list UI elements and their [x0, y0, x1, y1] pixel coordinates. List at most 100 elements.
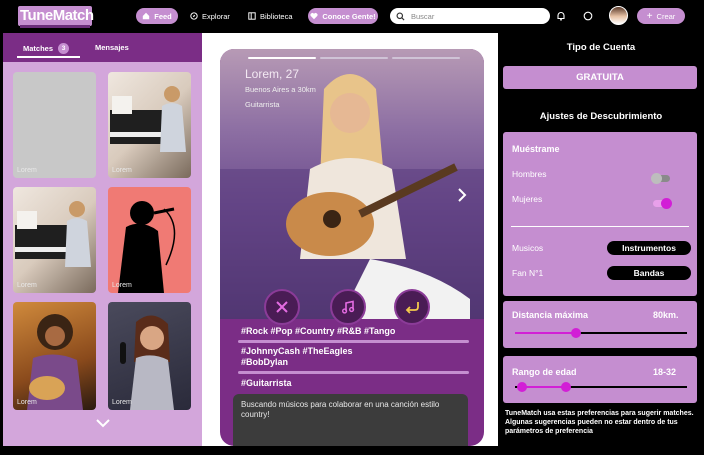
- match-card[interactable]: Lorem: [13, 72, 96, 178]
- role-tags: #Guitarrista: [241, 378, 292, 388]
- age-max-handle[interactable]: [561, 382, 571, 392]
- nav-explorar-link[interactable]: Explorar: [190, 8, 230, 24]
- singer-silhouette: [118, 201, 176, 293]
- match-card[interactable]: Lorem: [108, 187, 191, 293]
- age-value: 18-32: [653, 367, 677, 377]
- match-card[interactable]: Lorem: [108, 302, 191, 410]
- nav-feed-label: Feed: [154, 11, 172, 21]
- matches-panel: Matches 3 Mensajes Lorem Lorem Lorem Lor…: [3, 33, 202, 446]
- match-caption: Lorem: [112, 282, 132, 289]
- nav-feed-button[interactable]: Feed: [136, 8, 178, 24]
- discovery-title: Ajustes de Descubrimiento: [539, 111, 663, 122]
- guitarist-photo: [27, 314, 83, 410]
- create-button[interactable]: + Crear: [637, 8, 685, 24]
- undo-button[interactable]: [394, 289, 430, 325]
- nav-conoce-label: Conoce Gente!: [322, 11, 376, 21]
- match-caption: Lorem: [17, 282, 37, 289]
- match-caption: Lorem: [112, 399, 132, 406]
- user-avatar[interactable]: [609, 6, 628, 25]
- settings-panel: Tipo de Cuenta GRATUITA Ajustes de Descu…: [498, 33, 704, 446]
- heart-icon: [310, 12, 318, 20]
- distance-slider-handle[interactable]: [571, 328, 581, 338]
- logo-text: TuneMatch: [20, 7, 94, 24]
- photo-progress-3: [392, 57, 460, 59]
- discovery-settings-box: Muéstrame Hombres Mujeres Musicos Instru…: [503, 132, 697, 296]
- show-me-label: Muéstrame: [512, 144, 560, 154]
- logo-underline: [20, 25, 90, 28]
- tab-matches[interactable]: Matches 3: [23, 43, 70, 54]
- matches-tabs: Matches 3 Mensajes: [3, 33, 202, 62]
- bell-icon: [557, 12, 565, 21]
- distance-value: 80km.: [653, 310, 679, 320]
- return-arrow-icon: [405, 302, 419, 314]
- genre-tags: #Rock #Pop #Country #R&B #Tango: [241, 326, 396, 336]
- settings-divider: [511, 226, 689, 227]
- profile-card: Lorem, 27 Buenos Aires a 30km Guitarrist…: [220, 49, 484, 446]
- nav-biblioteca-link[interactable]: Biblioteca: [248, 8, 293, 24]
- search-icon: [396, 11, 405, 21]
- tag-divider: [238, 340, 469, 343]
- musicos-label: Musicos: [512, 243, 544, 253]
- nav-conoce-gente-button[interactable]: Conoce Gente!: [308, 8, 378, 24]
- match-card[interactable]: Lorem: [13, 187, 96, 293]
- mujeres-toggle[interactable]: [653, 198, 672, 209]
- app-logo[interactable]: TuneMatch: [18, 6, 94, 28]
- age-fill: [521, 386, 565, 388]
- match-caption: Lorem: [17, 167, 37, 174]
- search-placeholder: Buscar: [411, 11, 435, 21]
- nav-explorar-label: Explorar: [202, 11, 230, 21]
- distance-fill: [515, 332, 577, 334]
- hombres-label: Hombres: [512, 169, 547, 179]
- notifications-button[interactable]: [554, 9, 568, 23]
- top-bar: TuneMatch Feed Explorar Biblioteca Conoc…: [0, 0, 704, 33]
- reject-button[interactable]: [264, 289, 300, 325]
- match-card[interactable]: Lorem: [13, 302, 96, 410]
- photo-progress-2: [320, 57, 388, 59]
- match-caption: Lorem: [112, 167, 132, 174]
- hombres-toggle[interactable]: [651, 173, 670, 184]
- pianist-photo: [15, 201, 91, 267]
- profile-name: Lorem, 27: [245, 67, 300, 81]
- pianist-photo: [110, 86, 186, 152]
- age-label: Rango de edad: [512, 367, 577, 377]
- compass-icon: [190, 12, 198, 20]
- tab-mensajes[interactable]: Mensajes: [95, 43, 129, 52]
- profile-instrument: Guitarrista: [245, 100, 280, 109]
- active-tab-indicator: [17, 56, 80, 58]
- music-like-button[interactable]: [330, 289, 366, 325]
- tab-matches-label: Matches: [23, 44, 54, 53]
- fan-label: Fan N°1: [512, 268, 544, 278]
- profile-photo: Lorem, 27 Buenos Aires a 30km Guitarrist…: [220, 49, 484, 319]
- music-note-icon: [341, 300, 355, 314]
- mujeres-label: Mujeres: [512, 194, 543, 204]
- profile-location: Buenos Aires a 30km: [245, 85, 316, 94]
- preferences-note: TuneMatch usa estas preferencias para su…: [505, 410, 694, 435]
- match-card[interactable]: Lorem: [108, 72, 191, 178]
- photo-progress-1: [248, 57, 316, 59]
- distance-box: Distancia máxima 80km.: [503, 301, 697, 348]
- age-min-handle[interactable]: [517, 382, 527, 392]
- tab-mensajes-label: Mensajes: [95, 43, 129, 52]
- plus-icon: +: [646, 10, 653, 22]
- create-label: Crear: [656, 11, 676, 21]
- tag-divider: [238, 371, 469, 374]
- age-box: Rango de edad 18-32: [503, 356, 697, 403]
- nav-biblioteca-label: Biblioteca: [260, 11, 293, 21]
- match-caption: Lorem: [17, 399, 37, 406]
- account-type-badge[interactable]: GRATUITA: [503, 66, 697, 89]
- chat-bubble-icon: [583, 11, 593, 21]
- matches-count-badge: 3: [58, 43, 70, 54]
- close-icon: [276, 301, 288, 313]
- studio-singer-photo: [120, 315, 174, 410]
- toggle-knob: [651, 173, 662, 184]
- home-icon: [143, 12, 150, 20]
- search-input[interactable]: Buscar: [390, 8, 550, 24]
- profile-panel: Lorem, 27 Buenos Aires a 30km Guitarrist…: [202, 33, 498, 446]
- chevron-down-icon[interactable]: [96, 419, 110, 428]
- profile-bio: Buscando músicos para colaborar en una c…: [233, 394, 468, 446]
- messages-button[interactable]: [581, 9, 595, 23]
- musicos-select[interactable]: Instrumentos: [607, 241, 691, 255]
- chevron-right-icon[interactable]: [457, 187, 467, 203]
- fan-select[interactable]: Bandas: [607, 266, 691, 280]
- artist-tags: #JohnnyCash #TheEagles #BobDylan: [241, 346, 353, 367]
